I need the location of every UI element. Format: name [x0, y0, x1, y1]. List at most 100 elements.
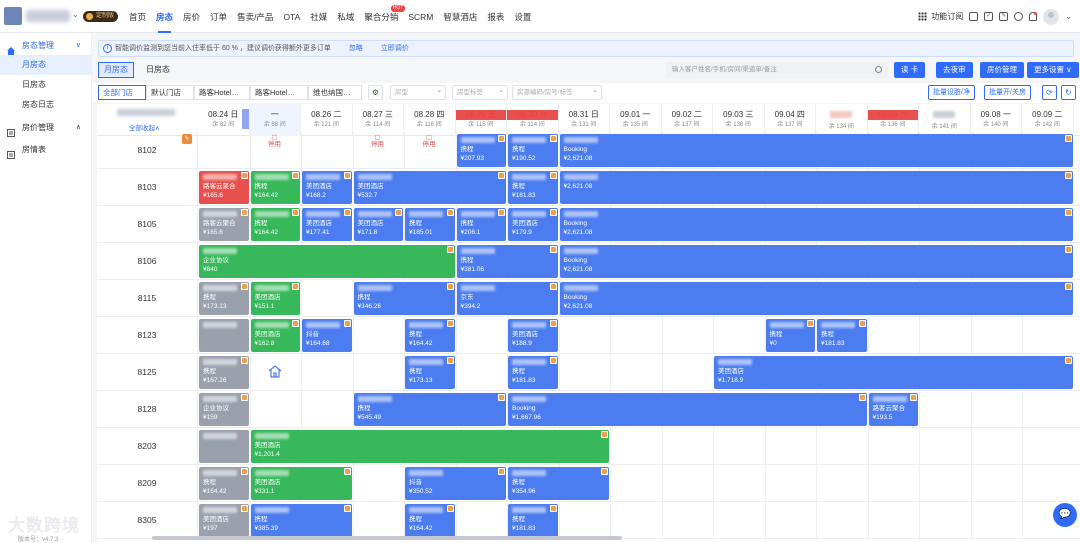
booking-block[interactable]: 携程 ¥354.96: [508, 467, 609, 500]
read-card-button[interactable]: 读 卡: [894, 62, 926, 78]
booking-block[interactable]: 美团酒店 ¥1,201.4: [250, 430, 609, 463]
booking-block[interactable]: 抖音 ¥350.52: [405, 467, 506, 500]
sidebar-group-2[interactable]: 房情表: [0, 139, 91, 159]
booking-block[interactable]: 携程 ¥181.83: [508, 171, 558, 204]
tab-day-view[interactable]: 日房态: [140, 62, 176, 78]
booking-block[interactable]: 美团酒店 ¥1,718.9: [714, 356, 1073, 389]
room-number[interactable]: 8203: [97, 428, 198, 464]
booking-block[interactable]: 美团酒店 ¥171.8: [353, 208, 403, 241]
booking-block[interactable]: 携程 ¥167.26: [199, 356, 249, 389]
nav-item-11[interactable]: 报表: [482, 0, 509, 33]
grid-icon[interactable]: [918, 12, 928, 21]
subscribe-link[interactable]: 功能订阅: [931, 11, 963, 22]
app-logo[interactable]: [4, 7, 22, 25]
booking-block[interactable]: Booking ¥1,667.96: [508, 393, 867, 426]
booking-block[interactable]: 携程 ¥385.39: [250, 504, 352, 537]
store-luke-1[interactable]: 路客Hotel…: [194, 85, 250, 100]
booking-block[interactable]: Booking ¥2,621.08: [559, 134, 1073, 167]
room-number[interactable]: 8115: [97, 280, 198, 316]
nav-item-3[interactable]: 订单: [205, 0, 232, 33]
sync-icon[interactable]: ⟳: [1042, 85, 1057, 100]
booking-block[interactable]: 路客云聚合 ¥193.5: [868, 393, 918, 426]
ignore-link[interactable]: 忽略: [349, 45, 363, 52]
store-luke-2[interactable]: 路客Hotel…: [250, 85, 308, 100]
store-default[interactable]: 默认门店: [146, 85, 194, 100]
nav-item-9[interactable]: SCRM: [403, 0, 438, 33]
booking-block[interactable]: 携程 ¥164.42: [199, 467, 249, 500]
nav-item-0[interactable]: 首页: [124, 0, 151, 33]
booking-block[interactable]: 美团酒店 ¥151.1: [250, 282, 300, 315]
night-audit-button[interactable]: 去夜审: [936, 62, 973, 78]
booking-block[interactable]: 携程 ¥185.01: [405, 208, 455, 241]
booking-block[interactable]: ¥2,621.08: [559, 171, 1073, 204]
nav-item-1[interactable]: 房态: [151, 0, 178, 33]
home-icon[interactable]: [268, 365, 282, 378]
more-settings-button[interactable]: 更多设置 ∨: [1027, 62, 1079, 78]
headset-icon[interactable]: [1014, 12, 1024, 21]
sidebar-item-1[interactable]: 日房态: [0, 75, 91, 95]
room-tag-select[interactable]: 房型标签: [452, 84, 508, 100]
room-number[interactable]: 8125: [97, 354, 198, 390]
booking-block[interactable]: 美团酒店 ¥532.7: [353, 171, 506, 204]
room-number[interactable]: 8128: [97, 391, 198, 427]
booking-block[interactable]: 携程 ¥164.42: [405, 319, 455, 352]
booking-block[interactable]: Booking ¥2,621.08: [559, 282, 1073, 315]
booking-block[interactable]: [199, 430, 249, 463]
booking-block[interactable]: 美团酒店 ¥177.41: [302, 208, 352, 241]
booking-block[interactable]: 携程 ¥173.13: [405, 356, 455, 389]
tab-month-view[interactable]: 月房态: [98, 62, 134, 78]
nav-item-7[interactable]: 私域: [332, 0, 359, 33]
room-number[interactable]: 8123: [97, 317, 198, 353]
booking-block[interactable]: 携程 ¥545.49: [353, 393, 506, 426]
sidebar-item-0[interactable]: 月房态: [0, 55, 91, 75]
booking-block[interactable]: 携程 ¥190.52: [508, 134, 558, 167]
booking-block[interactable]: 京东 ¥394.2: [456, 282, 558, 315]
booking-block[interactable]: 携程 ¥207.93: [456, 134, 506, 167]
booking-block[interactable]: 美团酒店 ¥188.9: [508, 319, 558, 352]
chat-icon[interactable]: 💬: [1053, 503, 1077, 527]
gear-icon[interactable]: ⚙: [368, 85, 383, 100]
sidebar-group-0[interactable]: 房态管理 ∨: [0, 35, 91, 55]
booking-block[interactable]: 携程 ¥0: [765, 319, 815, 352]
booking-block[interactable]: 携程 ¥181.83: [508, 504, 558, 537]
chevron-down-icon[interactable]: ⌄: [1065, 12, 1072, 21]
horizontal-scrollbar[interactable]: [0, 536, 1080, 540]
room-number[interactable]: 8103: [97, 169, 198, 205]
booking-block[interactable]: 美团酒店 ¥197: [199, 504, 249, 537]
booking-block[interactable]: 企业协议 ¥159: [199, 393, 249, 426]
search-icon[interactable]: [875, 66, 882, 73]
booking-block[interactable]: 美团酒店 ¥168.2: [302, 171, 352, 204]
sidebar-item-2[interactable]: 房态日志: [0, 95, 91, 115]
nav-item-5[interactable]: OTA: [278, 0, 305, 33]
booking-block[interactable]: 路客云聚合 ¥165.6: [199, 208, 249, 241]
nav-item-12[interactable]: 设置: [509, 0, 536, 33]
nav-item-10[interactable]: 智慧酒店: [438, 0, 482, 33]
edit-icon[interactable]: ✎: [999, 12, 1009, 21]
booking-block[interactable]: 美团酒店 ¥179.9: [508, 208, 558, 241]
booking-block[interactable]: 携程 ¥181.83: [508, 356, 558, 389]
calendar-icon[interactable]: [969, 12, 979, 21]
room-number[interactable]: 8305: [97, 502, 198, 538]
batch-open-close-button[interactable]: 批量开/关房: [984, 85, 1031, 100]
booking-block[interactable]: 携程 ¥164.42: [250, 208, 300, 241]
booking-block[interactable]: [199, 319, 249, 352]
booking-block[interactable]: 携程 ¥181.83: [817, 319, 867, 352]
booking-block[interactable]: 携程 ¥346.26: [353, 282, 455, 315]
booking-block[interactable]: 携程 ¥381.06: [456, 245, 558, 278]
refresh-icon[interactable]: ↻: [1061, 85, 1076, 100]
store-vienna[interactable]: 维也纳国…: [308, 85, 362, 100]
room-number[interactable]: 8209: [97, 465, 198, 501]
booking-block[interactable]: 携程 ¥206.1: [456, 208, 506, 241]
sidebar-group-1[interactable]: 房价管理 ∧: [0, 117, 91, 137]
scrollbar-thumb[interactable]: [152, 536, 622, 540]
room-code-input[interactable]: 房源编码/房号/标签: [512, 84, 602, 100]
price-management-button[interactable]: 房价管理: [980, 62, 1024, 78]
hotel-name-redacted[interactable]: [26, 10, 70, 22]
booking-block[interactable]: 携程 ¥164.42: [250, 171, 300, 204]
nav-item-8[interactable]: 聚合分销 HOT: [359, 0, 406, 33]
edit-tag-icon[interactable]: ✎: [182, 134, 192, 144]
booking-block[interactable]: 美团酒店 ¥331.1: [250, 467, 352, 500]
booking-block[interactable]: 携程 ¥173.13: [199, 282, 249, 315]
booking-block[interactable]: 抖音 ¥164.68: [302, 319, 352, 352]
collapse-all-link[interactable]: 全部收起∧: [129, 122, 160, 132]
